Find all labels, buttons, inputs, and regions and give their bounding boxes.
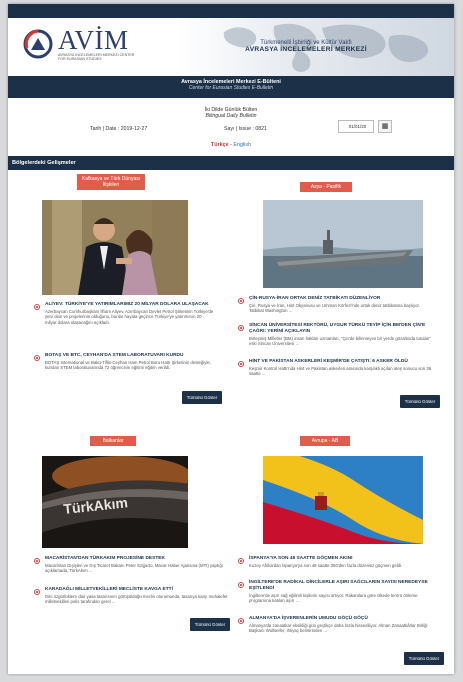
list-item[interactable]: BOTAŞ VE BTC, CEYHAN'DA STEM LABORATUVAR… — [34, 353, 214, 371]
logo-title: AVİM — [58, 25, 129, 55]
article-summary: Almanya'da zanaatkar eksikliği gün geçti… — [249, 622, 428, 634]
asia-news-photo[interactable] — [263, 200, 423, 288]
section-title: Bölgelerdeki Gelişmeler — [8, 156, 454, 170]
lang-english-link[interactable]: English — [233, 142, 251, 148]
list-item[interactable]: SİNCAN ÜNİVERSİTESİ REKTÖRÜ, UYGUR TÜRKÜ… — [238, 323, 434, 346]
list-item[interactable]: MACARİSTAN'DAN TÜRKAKIM PROJESİNE DESTEK… — [34, 556, 230, 574]
article-summary: Macaristan Dışişleri ve Dış Ticaret Baka… — [45, 562, 223, 574]
region-tab-europe[interactable]: Avrupa - AB — [300, 436, 350, 446]
list-item[interactable]: İSPANYA'YA SON 48 SAATTE GÖÇMEN AKINI Ku… — [238, 556, 434, 568]
bullet-icon — [34, 589, 40, 595]
calendar-icon: ▦ — [381, 123, 389, 130]
avim-logo-icon — [23, 29, 53, 59]
bullet-icon — [238, 361, 244, 367]
bulletin-banner: Avrasya İncelemeleri Merkezi E-Bülteni C… — [8, 76, 454, 98]
issue-number: Sayı | Issue : 0821 — [224, 126, 267, 132]
article-title[interactable]: MACARİSTAN'DAN TÜRKAKIM PROJESİNE DESTEK — [45, 556, 230, 562]
show-all-button-asia[interactable]: Tümünü Göster — [400, 395, 440, 408]
article-title[interactable]: SİNCAN ÜNİVERSİTESİ REKTÖRÜ, UYGUR TÜRKÜ… — [249, 323, 434, 335]
calendar-button[interactable]: ▦ — [378, 120, 392, 133]
show-all-button-caucasus[interactable]: Tümünü Göster — [182, 391, 222, 404]
article-summary: Keşmir Kontrol Hattı'nda Hint ve Pakista… — [249, 365, 432, 377]
article-title[interactable]: ÇİN-RUSYA-İRAN ORTAK DENİZ TATBİKATI DÜZ… — [249, 296, 434, 302]
brand-line-2: AVRASYA İNCELEMELERİ MERKEZİ — [245, 46, 367, 53]
show-all-button-balkans[interactable]: Tümünü Göster — [190, 618, 230, 631]
bulletin-page: AVİM AVRASYA İNCELEMELERİ MERKEZİ CENTER… — [8, 4, 454, 674]
list-item[interactable]: ÇİN-RUSYA-İRAN ORTAK DENİZ TATBİKATI DÜZ… — [238, 296, 434, 314]
article-title[interactable]: HİNT VE PAKİSTAN ASKERLERİ KEŞMİR'DE ÇAT… — [249, 359, 434, 365]
article-summary: İngiltere'de aşırı sağ eğilimli kişileri… — [249, 592, 418, 603]
bullet-icon — [238, 325, 244, 331]
region-tab-balkans[interactable]: Balkanlar — [90, 436, 136, 446]
article-summary: Birleşmiş Milletler (BM) insan hakları u… — [249, 335, 431, 346]
list-item[interactable]: KARADAĞLI MİLLETVEKİLLERİ MECLİSTE KAVGA… — [34, 587, 230, 605]
article-title[interactable]: ALİYEV: TÜRKİYE'YE YATIRIMLARIMIZ 20 MİL… — [45, 302, 214, 308]
bullet-icon — [238, 298, 244, 304]
region-tab-asia[interactable]: Asya - Pasifik — [300, 182, 352, 192]
bullet-icon — [238, 582, 244, 588]
bullet-icon — [34, 355, 40, 361]
europe-news-photo[interactable] — [263, 456, 423, 544]
logo-subtitle: AVRASYA İNCELEMELERİ MERKEZİ CENTER FOR … — [58, 53, 135, 62]
article-summary: BOTAŞ International ve Bakü-Tiflis-Ceyha… — [45, 359, 211, 371]
avim-logo[interactable]: AVİM AVRASYA İNCELEMELERİ MERKEZİ CENTER… — [22, 27, 138, 61]
bullet-icon — [34, 558, 40, 564]
show-all-button-europe[interactable]: Tümünü Göster — [404, 652, 444, 665]
article-title[interactable]: İSPANYA'YA SON 48 SAATTE GÖÇMEN AKINI — [249, 556, 434, 562]
article-summary: Dini özgürlüklere dair yasa tasarısının … — [45, 593, 228, 605]
article-summary: Kuzey Afrika'dan İspanya'ya son 48 saatt… — [249, 562, 403, 568]
bulletin-line-2: Bilingual Daily Bulletin — [205, 113, 257, 119]
issue-info: İki Dilde Günlük Bülten Bilingual Daily … — [8, 98, 454, 156]
balkans-news-photo[interactable]: TürkAkım — [42, 456, 188, 548]
language-switcher: Türkçe - English — [8, 142, 454, 148]
lang-turkish-link[interactable]: Türkçe — [211, 142, 229, 148]
top-bar — [8, 4, 454, 18]
bullet-icon — [238, 618, 244, 624]
list-item[interactable]: ALİYEV: TÜRKİYE'YE YATIRIMLARIMIZ 20 MİL… — [34, 302, 214, 325]
list-item[interactable]: ALMANYA'DA İŞVERENLERİN UMUDU GÖÇÜ GÖÇÜ … — [238, 616, 434, 634]
bullet-icon — [34, 304, 40, 310]
list-item[interactable]: İNGİLTERE'DE RADİKAL DİNCİLERLE AŞIRI SA… — [238, 580, 434, 603]
article-summary: Azerbaycan Cumhurbaşkanı İlham Aliyev, A… — [45, 308, 214, 325]
bulletin-subtitle: Center for Eurasian Studies E-Bulletin — [188, 85, 274, 91]
article-title[interactable]: KARADAĞLI MİLLETVEKİLLERİ MECLİSTE KAVGA… — [45, 587, 230, 593]
article-title[interactable]: ALMANYA'DA İŞVERENLERİN UMUDU GÖÇÜ GÖÇÜ — [249, 616, 434, 622]
region-tab-caucasus[interactable]: Kafkasya ve Türk Dünyası İlişkileri — [77, 174, 145, 190]
bullet-icon — [238, 558, 244, 564]
article-title[interactable]: İNGİLTERE'DE RADİKAL DİNCİLERLE AŞIRI SA… — [249, 580, 434, 592]
issue-date: Tarih | Date : 2019-12-27 — [90, 126, 148, 132]
caucasus-news-photo[interactable] — [42, 200, 188, 295]
header: AVİM AVRASYA İNCELEMELERİ MERKEZİ CENTER… — [8, 18, 454, 76]
list-item[interactable]: HİNT VE PAKİSTAN ASKERLERİ KEŞMİR'DE ÇAT… — [238, 359, 434, 377]
article-summary: Çin, Rusya ve İran, Hint Okyanusu ve Umm… — [249, 302, 420, 314]
header-brand: Türkmenelli İşbirliği ve Kültür Vakfı AV… — [206, 40, 406, 53]
article-title[interactable]: BOTAŞ VE BTC, CEYHAN'DA STEM LABORATUVAR… — [45, 353, 214, 359]
date-picker-input[interactable]: 01/01/20 — [338, 120, 374, 133]
